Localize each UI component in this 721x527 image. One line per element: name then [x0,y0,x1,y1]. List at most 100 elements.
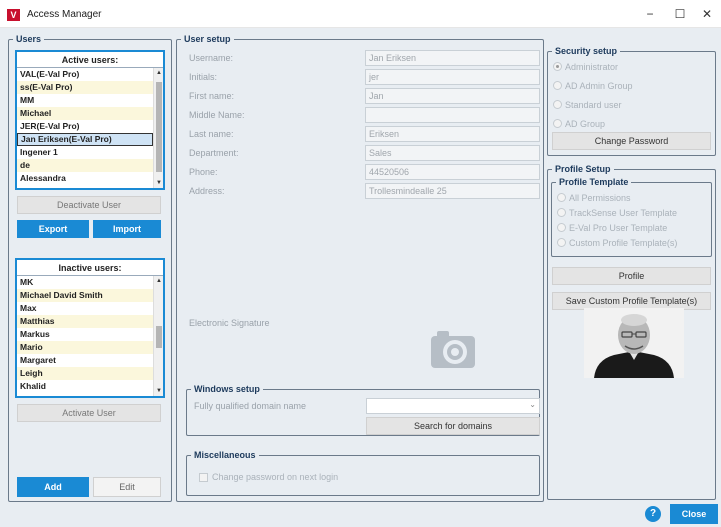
template-option[interactable]: TrackSense User Template [557,208,677,218]
minimize-button[interactable]: − [636,4,664,24]
security-option-label: Standard user [565,100,622,110]
field-input[interactable]: Eriksen [365,126,540,142]
close-window-button[interactable]: ✕ [693,4,721,24]
security-setup-legend: Security setup [555,46,618,56]
field-input[interactable]: Jan [365,88,540,104]
maximize-button[interactable]: ☐ [666,4,694,24]
field-input[interactable]: Sales [365,145,540,161]
profile-template-legend: Profile Template [559,177,629,187]
radio-icon[interactable] [553,100,562,109]
active-user-item[interactable]: Alessandra [17,172,153,185]
active-users-list[interactable]: Active users: VAL(E-Val Pro) ss(E-Val Pro… [15,50,165,190]
scroll-down-icon[interactable]: ▼ [154,386,164,396]
field-label: Phone: [189,167,218,177]
change-password-button[interactable]: Change Password [552,132,711,150]
security-option[interactable]: AD Group [553,119,605,129]
profile-button[interactable]: Profile [552,267,711,285]
field-input[interactable]: Jan Eriksen [365,50,540,66]
users-legend: Users [16,34,42,44]
template-option[interactable]: Custom Profile Template(s) [557,238,677,248]
field-input[interactable]: Trollesmindealle 25 [365,183,540,199]
active-user-item[interactable]: ss(E-Val Pro) [17,81,153,94]
field-label: Initials: [189,72,218,82]
field-label: Middle Name: [189,110,245,120]
template-option-label: Custom Profile Template(s) [569,238,678,248]
active-users-scrollbar[interactable]: ▲ ▼ [153,68,163,188]
inactive-user-item[interactable]: Mario [17,341,153,354]
active-user-item[interactable]: MM [17,94,153,107]
inactive-user-item[interactable]: MK [17,276,153,289]
domain-label: Fully qualified domain name [194,401,307,411]
inactive-users-header: Inactive users: [17,260,163,276]
template-option[interactable]: E-Val Pro User Template [557,223,667,233]
export-button[interactable]: Export [17,220,89,238]
security-option-label: AD Group [565,119,606,129]
domain-select[interactable]: ⌄ [366,398,540,414]
title-bar: V Access Manager − ☐ ✕ [0,0,721,28]
scroll-down-icon[interactable]: ▼ [154,178,164,188]
inactive-user-item[interactable]: Margaret [17,354,153,367]
radio-icon[interactable] [557,193,566,202]
radio-icon[interactable] [557,238,566,247]
inactive-user-item[interactable]: Markus [17,328,153,341]
active-user-item[interactable]: JER(E-Val Pro) [17,120,153,133]
active-users-items: VAL(E-Val Pro) ss(E-Val Pro) MM Michael JER(… [17,68,163,185]
change-password-label: Change password on next login [212,472,339,482]
inactive-user-item[interactable]: Max [17,302,153,315]
chevron-down-icon[interactable]: ⌄ [529,400,536,409]
electronic-signature-label: Electronic Signature [189,318,270,328]
active-user-item[interactable]: VAL(E-Val Pro) [17,68,153,81]
user-setup-legend: User setup [184,34,231,44]
add-button[interactable]: Add [17,477,89,497]
scroll-thumb[interactable] [156,82,162,172]
field-input[interactable] [365,107,540,123]
change-password-checkbox[interactable] [199,473,208,482]
deactivate-user-button[interactable]: Deactivate User [17,196,161,214]
help-icon[interactable]: ? [645,506,661,522]
radio-icon[interactable] [553,119,562,128]
app-logo-icon: V [7,9,20,21]
radio-icon[interactable] [557,223,566,232]
security-option[interactable]: Administrator [553,62,618,72]
security-option[interactable]: Standard user [553,100,622,110]
inactive-user-item[interactable]: Leigh [17,367,153,380]
window-title: Access Manager [27,9,102,20]
active-user-item[interactable]: de [17,159,153,172]
template-option-label: All Permissions [569,193,631,203]
inactive-users-list[interactable]: Inactive users: MK Michael David Smith Max… [15,258,165,398]
inactive-user-item[interactable]: Michael David Smith [17,289,153,302]
radio-icon[interactable] [553,62,562,71]
active-user-item[interactable]: Jan Eriksen(E-Val Pro) [17,133,153,146]
field-input[interactable]: 44520506 [365,164,540,180]
close-button[interactable]: Close [670,504,718,524]
import-button[interactable]: Import [93,220,161,238]
field-label: First name: [189,91,235,101]
active-users-header: Active users: [17,52,163,68]
field-label: Department: [189,148,239,158]
template-option-label: TrackSense User Template [569,208,678,218]
edit-button[interactable]: Edit [93,477,161,497]
template-option-label: E-Val Pro User Template [569,223,668,233]
field-label: Username: [189,53,234,63]
radio-icon[interactable] [553,81,562,90]
field-input[interactable]: jer [365,69,540,85]
activate-user-button[interactable]: Activate User [17,404,161,422]
miscellaneous-legend: Miscellaneous [194,450,256,460]
security-option-label: AD Admin Group [565,81,633,91]
active-user-item[interactable]: Ingener 1 [17,146,153,159]
inactive-user-item[interactable]: Matthias [17,315,153,328]
template-option[interactable]: All Permissions [557,193,631,203]
active-user-item[interactable]: Michael [17,107,153,120]
field-label: Address: [189,186,225,196]
search-domains-button[interactable]: Search for domains [366,417,540,435]
inactive-user-item[interactable]: Khalid [17,380,153,393]
security-option-label: Administrator [565,62,619,72]
scroll-up-icon[interactable]: ▲ [154,68,164,78]
inactive-users-scrollbar[interactable]: ▲ ▼ [153,276,163,396]
camera-icon[interactable] [429,328,477,370]
radio-icon[interactable] [557,208,566,217]
user-photo [584,308,684,378]
scroll-up-icon[interactable]: ▲ [154,276,164,286]
scroll-thumb[interactable] [156,326,162,348]
security-option[interactable]: AD Admin Group [553,81,633,91]
